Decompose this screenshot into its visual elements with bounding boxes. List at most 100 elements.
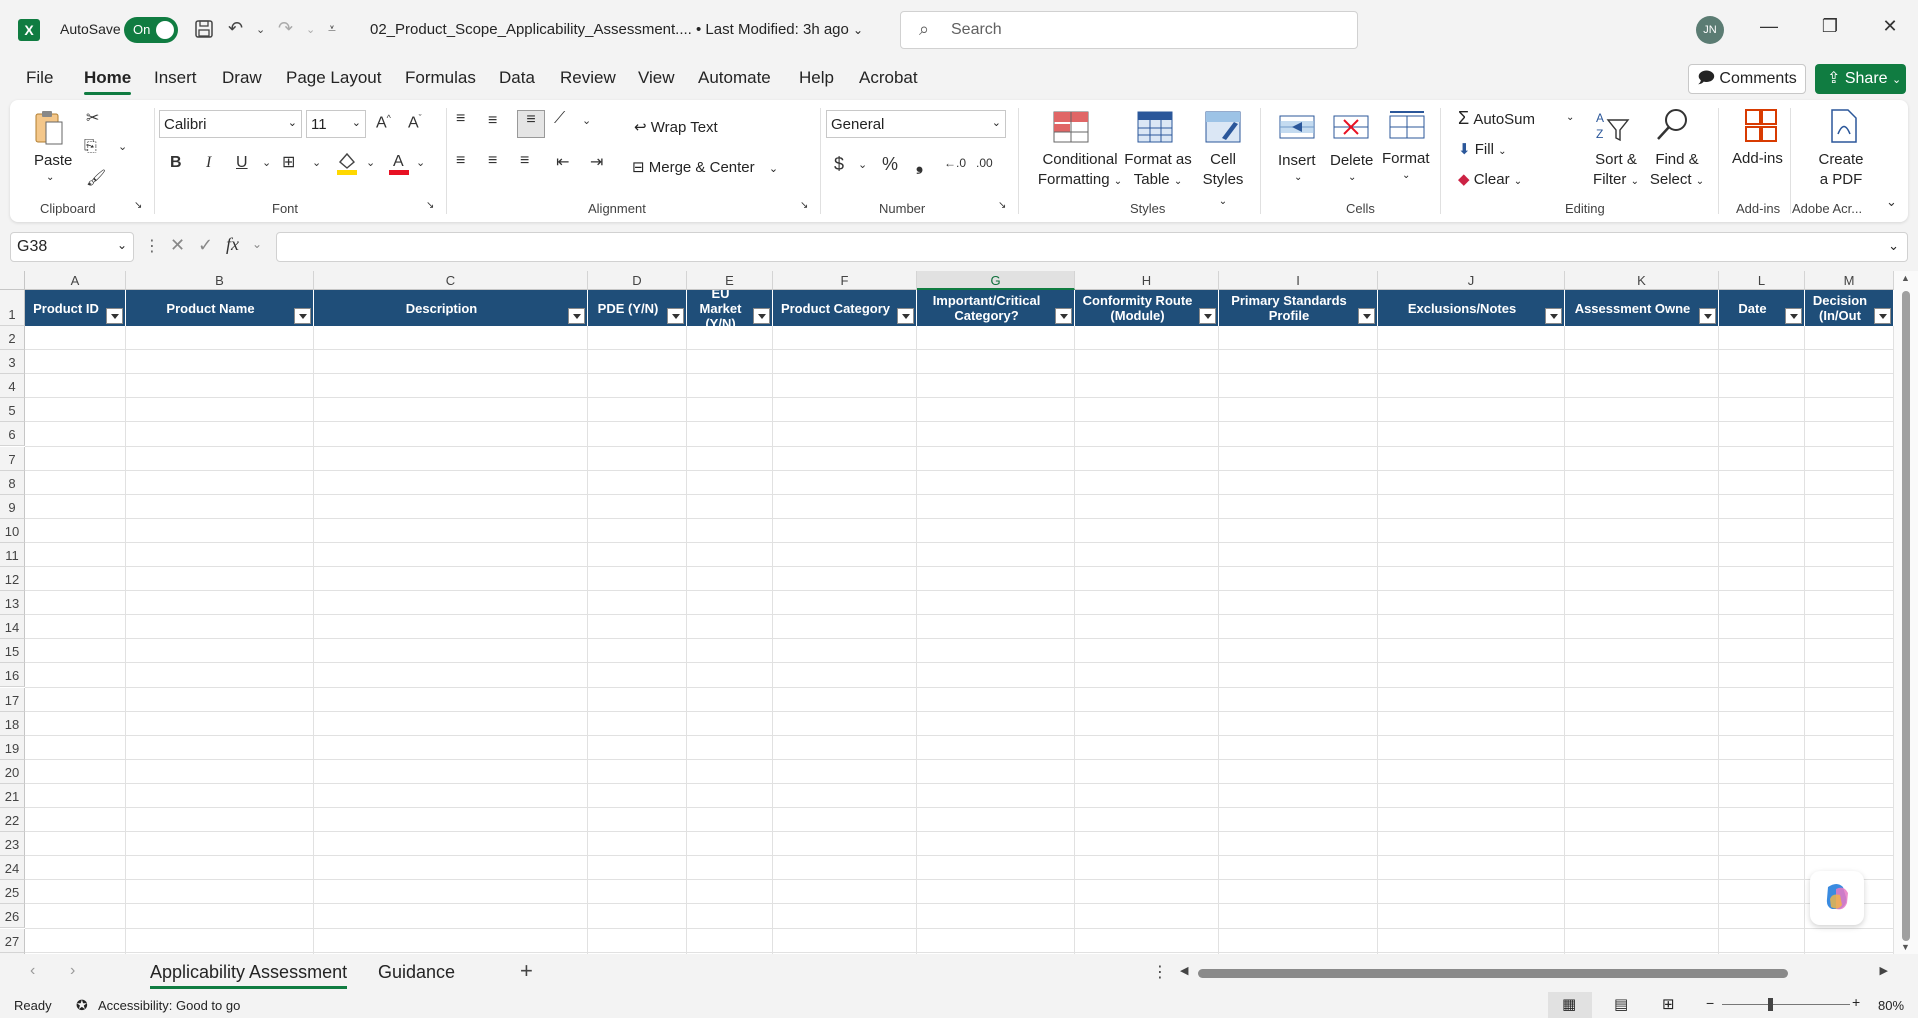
find-select-icon[interactable] xyxy=(1654,106,1692,140)
horizontal-scrollbar[interactable]: ◀ ▶ xyxy=(1180,964,1888,982)
close-icon[interactable]: ✕ xyxy=(1875,16,1905,37)
tab-automate[interactable]: Automate xyxy=(698,68,771,88)
add-ins-icon[interactable] xyxy=(1742,108,1780,142)
row-header[interactable]: 24 xyxy=(0,856,25,881)
prev-sheet-icon[interactable]: ‹ xyxy=(30,962,35,980)
align-top-icon[interactable]: ≡ xyxy=(456,110,465,128)
format-cells-icon[interactable] xyxy=(1388,110,1426,144)
table-header-cell[interactable]: Assessment Owne xyxy=(1565,290,1719,326)
filter-dropdown-icon[interactable] xyxy=(1199,308,1216,324)
filter-dropdown-icon[interactable] xyxy=(897,308,914,324)
table-header-cell[interactable]: EU Market (Y/N) xyxy=(687,290,773,326)
insert-cells-icon[interactable] xyxy=(1278,112,1316,146)
accessibility-status[interactable]: Accessibility: Good to go xyxy=(98,998,240,1013)
merge-center-button[interactable]: ⊟ Merge & Center ⌄ xyxy=(632,158,778,176)
sheet-tab-guidance[interactable]: Guidance xyxy=(378,962,455,983)
formula-input[interactable]: ⌄ xyxy=(276,232,1908,262)
font-size-combo[interactable]: 11 ⌄ xyxy=(306,110,366,138)
row-header[interactable]: 1 xyxy=(0,290,25,326)
decrease-indent-icon[interactable]: ⇤ xyxy=(556,152,569,172)
filter-dropdown-icon[interactable] xyxy=(667,308,684,324)
increase-font-icon[interactable]: A^ xyxy=(376,113,391,132)
column-header-k[interactable]: K xyxy=(1565,271,1719,290)
worksheet-grid[interactable]: ABCDEFGHIJKLM Product ID Product Name Desc… xyxy=(0,271,1918,954)
search-box[interactable]: ⌕ Search xyxy=(900,11,1358,49)
zoom-out-icon[interactable]: − xyxy=(1706,995,1714,1011)
share-button[interactable]: ⇪ Share ⌄ xyxy=(1815,64,1906,94)
decrease-font-icon[interactable]: Aˇ xyxy=(408,113,422,132)
insert-cells-button[interactable]: Insert xyxy=(1278,152,1316,169)
row-header[interactable]: 5 xyxy=(0,398,25,423)
row-header[interactable]: 4 xyxy=(0,374,25,399)
restore-icon[interactable]: ❐ xyxy=(1815,16,1845,37)
row-header[interactable]: 12 xyxy=(0,567,25,592)
column-header-b[interactable]: B xyxy=(126,271,314,290)
tab-page-layout[interactable]: Page Layout xyxy=(286,68,381,88)
chevron-down-icon[interactable]: ⌄ xyxy=(582,114,591,127)
format-painter-icon[interactable]: 🖌 xyxy=(86,168,106,188)
tab-view[interactable]: View xyxy=(638,68,675,88)
chevron-down-icon[interactable]: ⌄ xyxy=(252,237,262,251)
filter-dropdown-icon[interactable] xyxy=(106,308,123,324)
document-title[interactable]: 02_Product_Scope_Applicability_Assessmen… xyxy=(370,21,863,38)
insert-function-icon[interactable]: fx xyxy=(226,234,239,255)
row-header[interactable]: 6 xyxy=(0,422,25,447)
ribbon-collapse-icon[interactable]: ⌄ xyxy=(1886,194,1897,210)
scroll-down-icon[interactable]: ▼ xyxy=(1901,942,1910,952)
row-header[interactable]: 9 xyxy=(0,494,25,519)
dialog-launcher-icon[interactable]: ↘ xyxy=(134,200,142,211)
column-header-a[interactable]: A xyxy=(25,271,126,290)
chevron-down-icon[interactable]: ⌄ xyxy=(1566,112,1574,123)
cell-styles-icon[interactable] xyxy=(1204,110,1242,144)
create-pdf-button[interactable]: Create a PDF xyxy=(1810,150,1872,190)
currency-icon[interactable]: $ xyxy=(834,154,844,175)
tab-draw[interactable]: Draw xyxy=(222,68,262,88)
scroll-up-icon[interactable]: ▲ xyxy=(1901,273,1910,283)
chevron-down-icon[interactable]: ⌄ xyxy=(858,158,867,171)
tab-acrobat[interactable]: Acrobat xyxy=(859,68,918,88)
clear-button[interactable]: ◆ Clear ⌄ xyxy=(1458,170,1522,188)
avatar[interactable]: JN xyxy=(1696,16,1724,44)
table-header-cell[interactable]: Product Name xyxy=(126,290,314,326)
table-header-cell[interactable]: Primary Standards Profile xyxy=(1219,290,1378,326)
row-header[interactable]: 19 xyxy=(0,735,25,760)
align-left-icon[interactable]: ≡ xyxy=(456,152,465,170)
fill-color-icon[interactable] xyxy=(336,150,358,181)
row-header[interactable]: 25 xyxy=(0,880,25,905)
row-header[interactable]: 16 xyxy=(0,663,25,688)
autosave-toggle[interactable]: On xyxy=(124,17,178,43)
percent-icon[interactable]: % xyxy=(882,154,898,175)
table-header-cell[interactable]: Product Category xyxy=(773,290,917,326)
tab-formulas[interactable]: Formulas xyxy=(405,68,476,88)
filter-dropdown-icon[interactable] xyxy=(1358,308,1375,324)
copilot-button[interactable] xyxy=(1810,871,1864,925)
align-middle-icon[interactable]: ≡ xyxy=(488,112,497,130)
align-bottom-icon[interactable]: ≡ xyxy=(517,110,545,138)
row-header[interactable]: 3 xyxy=(0,350,25,375)
add-sheet-icon[interactable]: + xyxy=(520,958,533,984)
tab-data[interactable]: Data xyxy=(499,68,535,88)
column-header-c[interactable]: C xyxy=(314,271,588,290)
underline-icon[interactable]: U xyxy=(236,154,248,172)
delete-cells-icon[interactable] xyxy=(1332,112,1370,146)
number-format-combo[interactable]: General ⌄ xyxy=(826,110,1006,138)
enter-icon[interactable]: ✓ xyxy=(198,235,213,256)
font-color-icon[interactable]: A xyxy=(388,150,410,181)
select-all-corner[interactable] xyxy=(0,271,25,290)
format-as-table-icon[interactable] xyxy=(1136,110,1174,144)
row-header[interactable]: 7 xyxy=(0,446,25,471)
chevron-down-icon[interactable]: ⌄ xyxy=(262,156,271,169)
orientation-icon[interactable]: ⟋ xyxy=(554,110,565,128)
chevron-down-icon[interactable]: ⌄ xyxy=(416,156,425,169)
row-header[interactable]: 2 xyxy=(0,326,25,351)
bold-icon[interactable]: B xyxy=(170,154,182,172)
row-header[interactable]: 17 xyxy=(0,687,25,712)
increase-decimal-icon[interactable]: ←.0 xyxy=(944,156,966,170)
table-header-cell[interactable]: Conformity Route (Module) xyxy=(1075,290,1219,326)
minimize-icon[interactable]: — xyxy=(1754,16,1784,37)
chevron-down-icon[interactable]: ⌄ xyxy=(366,156,375,169)
wrap-text-button[interactable]: ↩ Wrap Text xyxy=(634,118,718,136)
filter-dropdown-icon[interactable] xyxy=(1785,308,1802,324)
zoom-in-icon[interactable]: + xyxy=(1852,994,1860,1010)
filter-dropdown-icon[interactable] xyxy=(294,308,311,324)
